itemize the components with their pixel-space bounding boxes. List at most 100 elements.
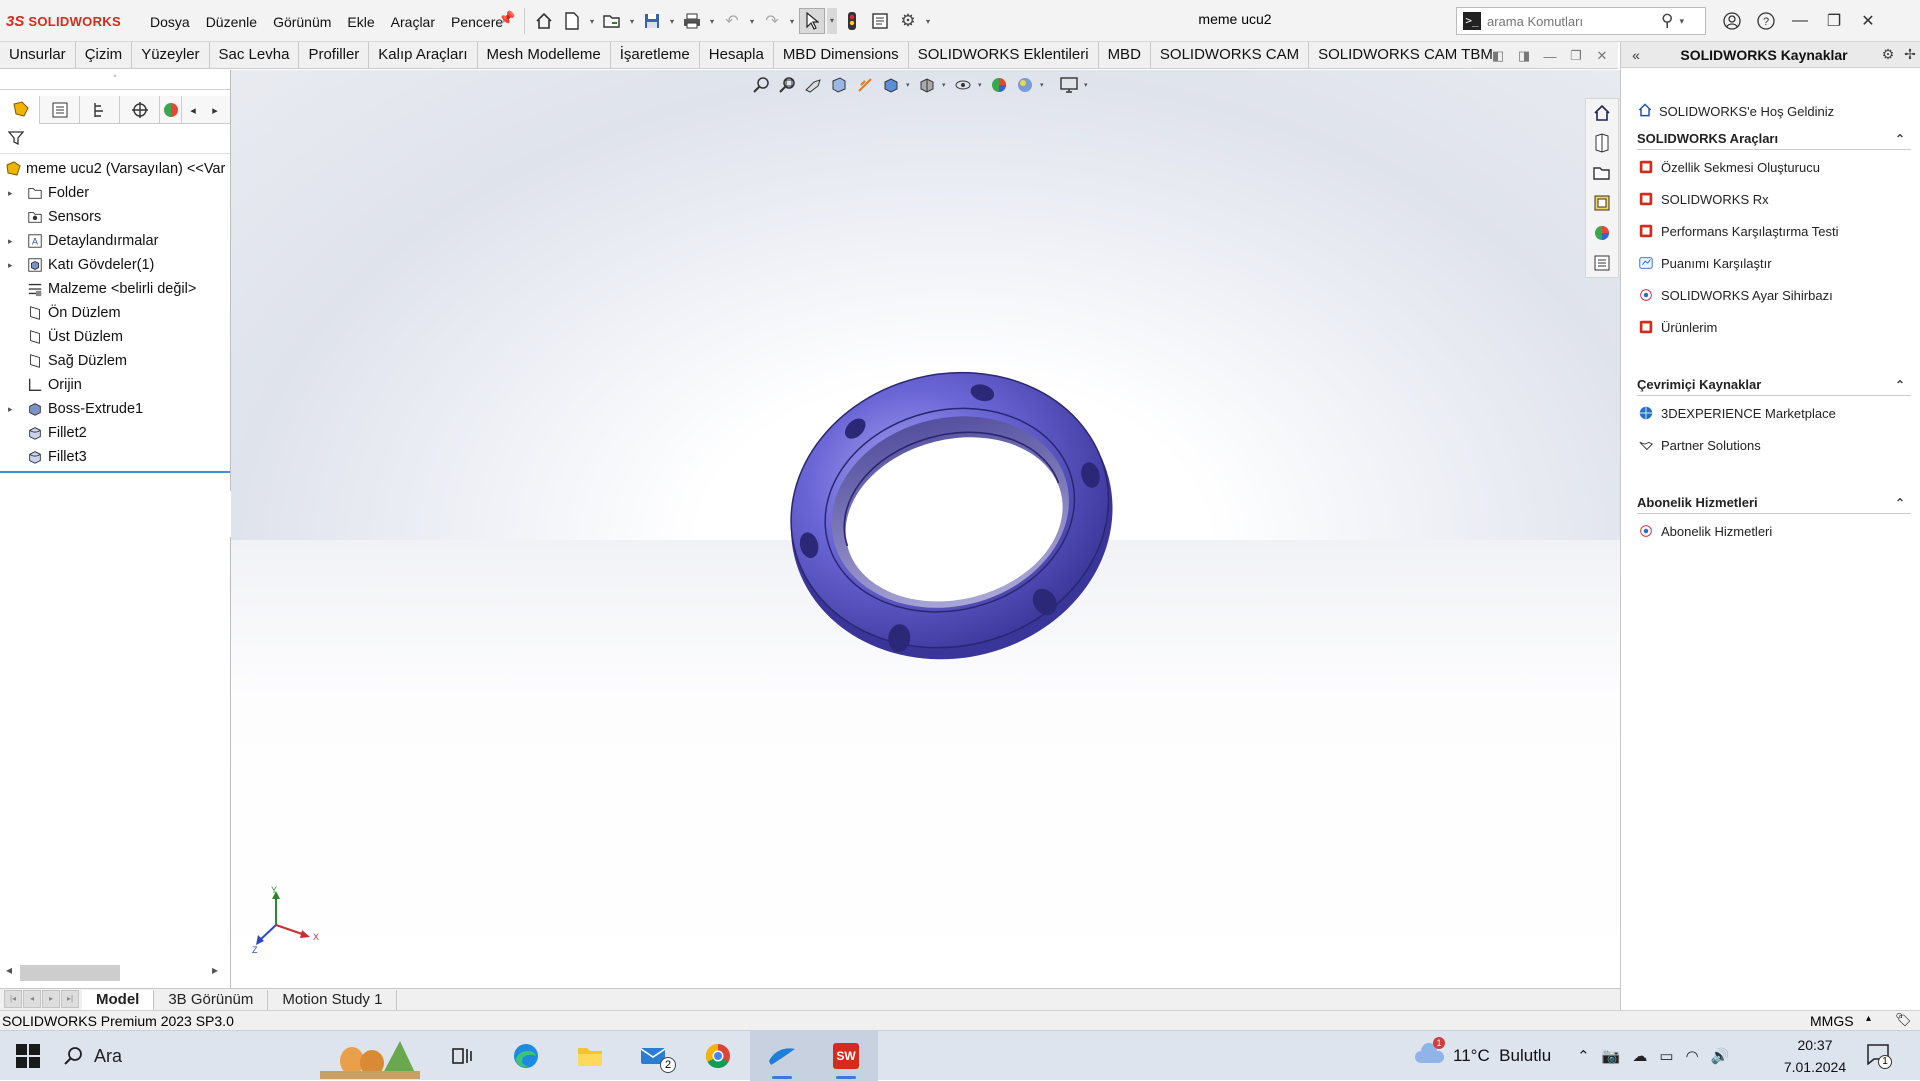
home-icon[interactable] [531,8,557,34]
menu-duzenle[interactable]: Düzenle [198,12,265,32]
tree-item[interactable]: ▸ Folder [0,181,89,205]
part-model[interactable] [771,360,1131,670]
search-input[interactable] [1487,13,1657,29]
apply-scene-icon[interactable] [1014,74,1036,96]
undo-dropdown-icon[interactable]: ▾ [747,17,757,26]
unit-dropdown-icon[interactable]: ▴ [1866,1013,1871,1024]
menu-dosya[interactable]: Dosya [142,12,198,32]
tag-icon[interactable]: 🏷 [1895,1012,1912,1028]
options-dropdown-icon[interactable]: ▾ [923,17,933,26]
scroll-right-icon[interactable]: ▸ [212,963,218,977]
file-properties-icon[interactable] [867,8,893,34]
zoom-to-fit-icon[interactable] [750,74,772,96]
tile-left-icon[interactable]: ◧ [1485,44,1511,68]
filter-icon[interactable] [7,130,25,151]
reference-triad[interactable]: Y X Z [250,885,330,955]
expand-arrow-icon[interactable]: ▸ [8,404,18,415]
save-dropdown-icon[interactable]: ▾ [667,17,677,26]
last-tab-icon[interactable]: ▸| [61,989,79,1008]
onedrive-cloud-icon[interactable]: ☁ [1632,1047,1647,1065]
task-view-icon[interactable] [430,1031,494,1081]
tab-scroll-left-icon[interactable]: ◂ [182,96,204,124]
resource-link[interactable]: Performans Karşılaştırma Testi [1637,220,1838,242]
display-style-icon[interactable] [916,74,938,96]
tree-horizontal-scrollbar[interactable]: ◂ ▸ [0,961,230,983]
expand-arrow-icon[interactable]: ▸ [8,236,18,247]
tree-item[interactable]: Sensors [0,205,101,229]
tab-solidworks-cam[interactable]: SOLIDWORKS CAM [1151,42,1310,68]
battery-icon[interactable]: ▭ [1659,1047,1673,1065]
tree-item[interactable]: Orijin [0,373,82,397]
print-icon[interactable] [679,8,705,34]
resource-link[interactable]: Özellik Sekmesi Oluşturucu [1637,156,1820,178]
taskbar-search[interactable]: Ara [62,1039,252,1073]
resource-link[interactable]: SOLIDWORKS Rx [1637,188,1769,210]
hide-show-items-icon[interactable] [952,74,974,96]
tree-item[interactable]: Sağ Düzlem [0,349,127,373]
view-settings-dropdown-icon[interactable]: ▾ [1084,81,1090,89]
tab-3b-gorunum[interactable]: 3B Görünüm [154,989,269,1010]
collapse-chevron-icon[interactable]: ⌃ [1895,496,1905,510]
resource-link[interactable]: Partner Solutions [1637,434,1761,456]
tree-item[interactable]: Fillet3 [0,445,87,469]
tree-item[interactable]: ▸ Katı Gövdeler(1) [0,253,154,277]
display-style-dropdown-icon[interactable]: ▾ [942,81,948,89]
design-library-icon[interactable] [1588,129,1616,157]
custom-properties-icon[interactable] [1588,249,1616,277]
left-panel-grip[interactable]: ◦ [0,70,230,90]
tab-motion-study[interactable]: Motion Study 1 [268,989,398,1010]
doc-minimize-icon[interactable]: — [1537,44,1563,68]
expand-arrow-icon[interactable]: ▸ [8,260,18,271]
new-document-icon[interactable] [559,8,585,34]
tree-item[interactable]: Üst Düzlem [0,325,123,349]
zoom-to-area-icon[interactable] [776,74,798,96]
first-tab-icon[interactable]: |◂ [4,989,22,1008]
tab-yuzeyler[interactable]: Yüzeyler [132,42,210,68]
select-pointer-icon[interactable] [799,8,825,34]
tab-mesh-modelleme[interactable]: Mesh Modelleme [478,42,611,68]
edge-browser-icon[interactable] [494,1031,558,1081]
search-icon[interactable]: ⚲ [1661,11,1673,31]
close-icon[interactable]: ✕ [1851,6,1885,36]
tab-mbd-dimensions[interactable]: MBD Dimensions [774,42,909,68]
rebuild-icon[interactable] [839,8,865,34]
redo-dropdown-icon[interactable]: ▾ [787,17,797,26]
print-dropdown-icon[interactable]: ▾ [707,17,717,26]
select-dropdown-icon[interactable]: ▾ [827,8,837,34]
command-search-box[interactable]: >_ ⚲ ▾ [1456,7,1706,35]
chrome-browser-icon[interactable] [686,1031,750,1081]
tree-item[interactable]: Malzeme <belirli değil> [0,277,196,301]
search-highlight-illustration-icon[interactable] [320,1035,420,1079]
next-tab-icon[interactable]: ▸ [42,989,60,1008]
view-palette-icon[interactable] [1588,189,1616,217]
pane-settings-icon[interactable]: ⚙ [1877,46,1899,63]
tab-model[interactable]: Model [82,989,155,1010]
options-gear-icon[interactable]: ⚙ [895,8,921,34]
menu-ekle[interactable]: Ekle [339,12,382,32]
expand-arrow-icon[interactable]: ▸ [8,188,18,199]
tab-unsurlar[interactable]: Unsurlar [0,42,76,68]
collapse-chevron-icon[interactable]: ⌃ [1895,378,1905,392]
view-settings-icon[interactable] [1058,74,1080,96]
display-manager-tab-icon[interactable] [160,96,182,124]
doc-restore-icon[interactable]: ❐ [1563,44,1589,68]
weather-widget[interactable]: 1 11°C Bulutlu [1415,1036,1551,1070]
tab-kalip-araclari[interactable]: Kalıp Araçları [369,42,478,68]
tree-item[interactable]: ▸ A Detaylandırmalar [0,229,158,253]
apply-scene-dropdown-icon[interactable]: ▾ [1040,81,1046,89]
taskbar-clock[interactable]: 20:37 7.01.2024 [1765,1034,1865,1078]
search-dropdown-icon[interactable]: ▾ [1679,16,1684,27]
new-dropdown-icon[interactable]: ▾ [587,17,597,26]
tab-hesapla[interactable]: Hesapla [700,42,774,68]
prev-tab-icon[interactable]: ◂ [23,989,41,1008]
file-explorer-icon[interactable] [1588,159,1616,187]
graphics-area[interactable] [231,70,1620,988]
collapse-pane-icon[interactable]: « [1621,47,1651,63]
tab-scroll-right-icon[interactable]: ▸ [204,96,226,124]
menu-araclar[interactable]: Araçlar [383,12,443,32]
doc-close-icon[interactable]: ✕ [1589,44,1615,68]
tree-root[interactable]: meme ucu2 (Varsayılan) <<Var [0,157,225,181]
menu-gorunum[interactable]: Görünüm [265,12,339,32]
volume-icon[interactable]: 🔊 [1711,1047,1730,1065]
view-orientation-dropdown-icon[interactable]: ▾ [906,81,912,89]
